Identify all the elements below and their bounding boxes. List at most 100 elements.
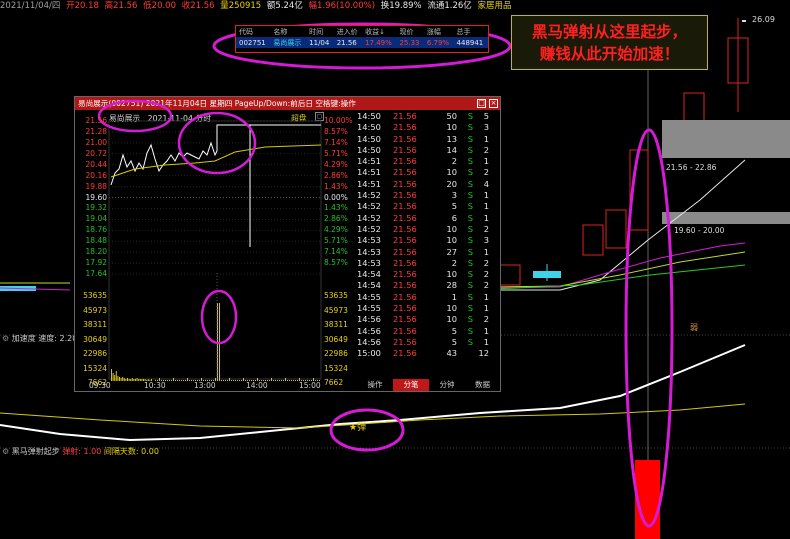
tab-operate[interactable]: 操作 xyxy=(357,379,393,391)
range-label-2: 19.60 - 20.00 xyxy=(674,226,725,235)
trade-row: 14:50 21.56 50 S 5 xyxy=(357,111,500,122)
price-axis-label: 19.60 xyxy=(85,192,107,202)
intraday-popup[interactable]: 易尚展示(002751) 2021年11月04日 星期四 PageUp/Down… xyxy=(74,96,501,392)
signal-watchlist[interactable]: 代码 名称 时间 进入价 收益↓ 现价 涨幅 总手 002751 易尚展示 11… xyxy=(235,25,489,53)
price-axis-label: 19.88 xyxy=(85,181,107,191)
price-axis-label: 17.64 xyxy=(85,269,107,279)
trade-cell: 1 xyxy=(483,156,489,167)
trade-cell: S xyxy=(467,223,473,234)
trade-cell: 14:54 xyxy=(357,269,381,280)
trade-cell: 5 xyxy=(451,201,457,212)
price-axis-label: 18.20 xyxy=(85,247,107,257)
volume-axis-label-right: 22986 xyxy=(324,349,348,358)
trade-cell: 21.56 xyxy=(393,280,417,291)
trade-cell: 14:51 xyxy=(357,156,381,167)
callout-line2: 赚钱从此开始加速！ xyxy=(539,44,680,63)
pct-axis-label: 2.86% xyxy=(324,170,348,180)
price-axis-label: 19.04 xyxy=(85,214,107,224)
cell-entry: 21.56 xyxy=(333,37,363,48)
tab-data[interactable]: 数据 xyxy=(465,379,500,391)
pct-axis-label: 5.71% xyxy=(324,148,348,158)
trade-cell: 10 xyxy=(446,269,457,280)
pct-axis-label: 8.57% xyxy=(324,126,348,136)
volume-axis-label-right: 45973 xyxy=(324,305,348,315)
pct-axis-label: 7.14% xyxy=(324,247,348,257)
trade-cell: 2 xyxy=(483,314,489,325)
trade-cell: S xyxy=(467,201,473,212)
trade-cell: 21.56 xyxy=(393,133,417,144)
trade-row: 14:50 21.56 10 S 3 xyxy=(357,122,500,133)
trade-row: 14:56 21.56 5 S 1 xyxy=(357,337,500,348)
trade-cell: S xyxy=(467,122,473,133)
volume-axis-label: 53635 xyxy=(83,291,107,300)
price-range-block xyxy=(662,212,790,224)
candle xyxy=(582,224,604,256)
indicator2-header[interactable]: ⚙ 黑马弹射起步 弹射: 1.00 间隔天数: 0.00 xyxy=(2,446,159,457)
header-highlight xyxy=(97,99,173,133)
trade-row: 14:54 21.56 28 S 2 xyxy=(357,280,500,291)
trade-cell: 5 xyxy=(451,336,457,347)
col-price[interactable]: 现价 xyxy=(396,26,423,37)
trade-cell: S xyxy=(467,212,473,223)
volume-axis-label-right: 7662 xyxy=(324,378,344,387)
trade-cell: 1 xyxy=(483,325,489,336)
trade-cell: 21.56 xyxy=(393,212,417,223)
col-code[interactable]: 代码 xyxy=(236,26,270,37)
trade-cell: 1 xyxy=(451,291,457,302)
indicator2-name: 黑马弹射起步 xyxy=(11,447,60,456)
trade-row: 15:00 21.56 43 12 xyxy=(357,348,500,359)
col-name[interactable]: 名称 xyxy=(270,26,306,37)
trade-cell: 10 xyxy=(446,122,457,133)
tick-list[interactable]: 14:50 21.56 50 S 5 14:50 21.56 10 S 3 14:50 21.56 13… xyxy=(357,111,500,360)
col-volume[interactable]: 总手 xyxy=(454,26,488,37)
trade-cell: 10 xyxy=(446,223,457,234)
cell-code: 002751 xyxy=(236,37,271,48)
trade-row: 14:52 21.56 5 S 1 xyxy=(357,201,500,212)
trade-cell: S xyxy=(467,257,473,268)
pct-axis-label: 4.29% xyxy=(324,225,348,235)
trade-cell: 14:50 xyxy=(357,122,381,133)
settings-icon[interactable]: ⚙ xyxy=(2,447,9,456)
settings-icon[interactable]: ⚙ xyxy=(2,334,9,343)
trade-cell: 2 xyxy=(483,280,489,291)
trade-cell: 2 xyxy=(483,223,489,234)
trade-row: 14:53 21.56 10 S 3 xyxy=(357,235,500,246)
trade-row: 14:51 21.56 10 S 2 xyxy=(357,167,500,178)
trade-cell: 21.56 xyxy=(393,291,417,302)
col-return[interactable]: 收益↓ xyxy=(362,26,396,37)
cross-marker: ★弹 xyxy=(349,421,366,433)
tab-ticks[interactable]: 分笔 xyxy=(393,379,429,391)
pct-axis-label: 7.14% xyxy=(324,137,348,147)
pct-axis-label: 4.29% xyxy=(324,159,348,169)
trade-cell: S xyxy=(467,280,473,291)
col-time[interactable]: 时间 xyxy=(306,26,334,37)
trade-row: 14:54 21.56 10 S 2 xyxy=(357,269,500,280)
indicator1-name: 加速度 xyxy=(11,334,36,343)
tab-minute[interactable]: 分钟 xyxy=(429,379,465,391)
pct-axis-label: 2.86% xyxy=(324,214,348,224)
trade-cell: 14:56 xyxy=(357,325,381,336)
col-entry[interactable]: 进入价 xyxy=(334,26,362,37)
time-axis-label: 13:00 xyxy=(194,381,216,390)
watchlist-header: 代码 名称 时间 进入价 收益↓ 现价 涨幅 总手 xyxy=(236,26,488,37)
trade-cell: 14:54 xyxy=(357,280,381,291)
trade-cell: 2 xyxy=(483,269,489,280)
price-high-label: 26.09 xyxy=(752,15,775,24)
watchlist-row[interactable]: 002751 易尚展示 11/04 21.56 17.49% 25.33 6.7… xyxy=(236,37,488,48)
col-change[interactable]: 涨幅 xyxy=(424,26,454,37)
trade-cell: S xyxy=(467,314,473,325)
trade-cell: 1 xyxy=(483,212,489,223)
trade-row: 14:50 21.56 14 S 2 xyxy=(357,145,500,156)
pct-axis-label: 1.43% xyxy=(324,181,348,191)
volume-axis-label-right: 30649 xyxy=(324,334,348,344)
trade-cell: 14:52 xyxy=(357,223,381,234)
pct-axis-label: 1.43% xyxy=(324,203,348,213)
trade-cell: 14 xyxy=(446,144,457,155)
trade-cell: 21.56 xyxy=(393,144,417,155)
indicator1-header[interactable]: ⚙ 加速度 速度: 2.20 xyxy=(2,333,77,344)
popup-tabs[interactable]: 操作 分笔 分钟 数据 xyxy=(357,379,500,391)
volume-axis-label-right: 15324 xyxy=(324,363,348,373)
trade-cell: 3 xyxy=(451,190,457,201)
trade-cell: 15:00 xyxy=(357,348,381,359)
trade-cell: 14:52 xyxy=(357,190,381,201)
